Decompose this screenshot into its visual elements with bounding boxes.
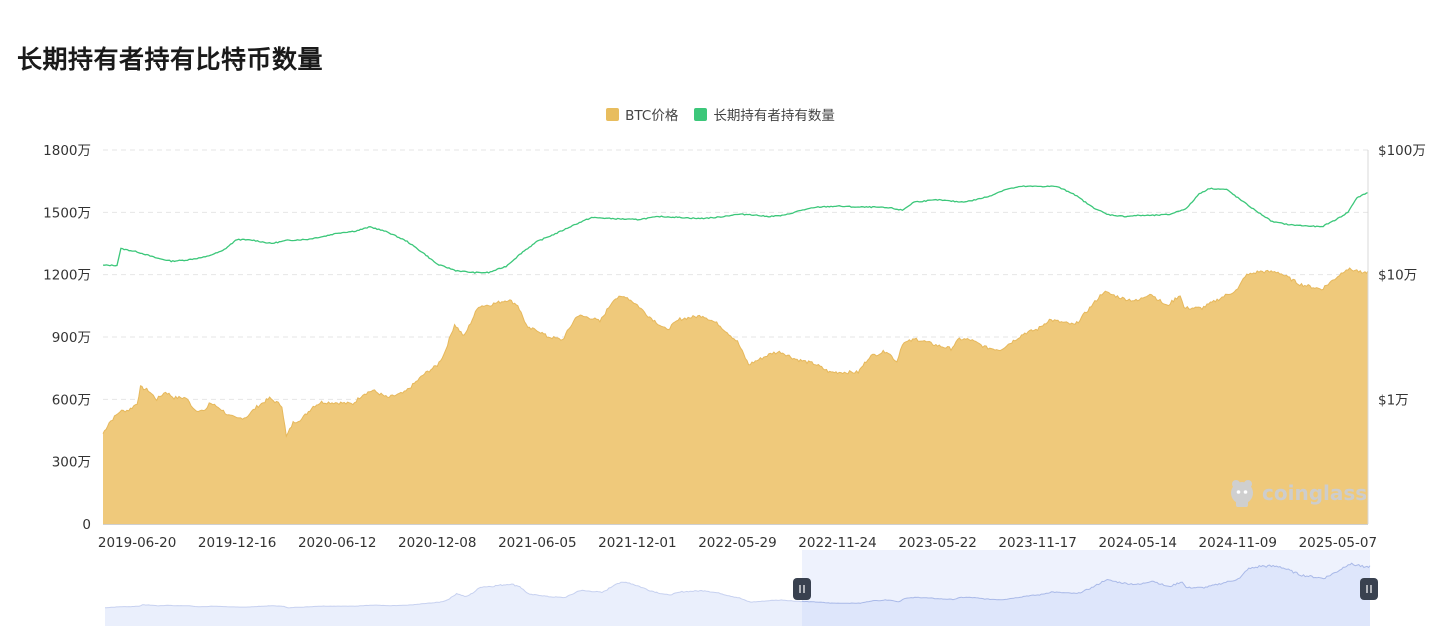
x-tick-label: 2021-06-05 bbox=[498, 535, 576, 551]
x-tick-label: 2024-05-14 bbox=[1098, 535, 1176, 551]
slider-handle-right[interactable] bbox=[1360, 578, 1378, 600]
y-left-tick-label: 1800万 bbox=[43, 143, 91, 159]
x-tick-label: 2019-12-16 bbox=[198, 535, 276, 551]
btc-price-area bbox=[103, 268, 1368, 524]
y-right-tick-label: $100万 bbox=[1378, 143, 1426, 159]
x-tick-label: 2025-05-07 bbox=[1299, 535, 1377, 551]
lth-holdings-line bbox=[102, 185, 1369, 274]
x-tick-label: 2024-11-09 bbox=[1199, 535, 1277, 551]
slider-handle-left[interactable] bbox=[793, 578, 811, 600]
x-tick-label: 2022-11-24 bbox=[798, 535, 876, 551]
slider-unselected-region bbox=[105, 550, 802, 626]
y-right-tick-label: $10万 bbox=[1378, 268, 1417, 284]
x-tick-label: 2019-06-20 bbox=[98, 535, 176, 551]
y-left-tick-label: 1500万 bbox=[43, 205, 91, 221]
y-right-tick-label: $1万 bbox=[1378, 392, 1409, 408]
watermark-text: coinglass bbox=[1262, 481, 1367, 505]
x-tick-label: 2023-11-17 bbox=[998, 535, 1076, 551]
y-left-tick-label: 1200万 bbox=[43, 268, 91, 284]
btc-price-series bbox=[102, 267, 1369, 524]
lth-holdings-series bbox=[102, 185, 1369, 274]
y-left-tick-label: 900万 bbox=[52, 330, 91, 346]
x-tick-label: 2023-05-22 bbox=[898, 535, 976, 551]
chart-canvas[interactable]: 0 300万 600万 900万 1200万 1500万 1800万 $1万 $10万 $100万… bbox=[0, 0, 1441, 644]
y-left-tick-label: 0 bbox=[82, 517, 91, 533]
x-tick-label: 2020-12-08 bbox=[398, 535, 476, 551]
y-left-tick-label: 300万 bbox=[52, 455, 91, 471]
zoom-slider[interactable] bbox=[104, 550, 1378, 626]
x-tick-label: 2021-12-01 bbox=[598, 535, 676, 551]
x-tick-label: 2022-05-29 bbox=[698, 535, 776, 551]
x-tick-label: 2020-06-12 bbox=[298, 535, 376, 551]
y-left-tick-label: 600万 bbox=[52, 392, 91, 408]
